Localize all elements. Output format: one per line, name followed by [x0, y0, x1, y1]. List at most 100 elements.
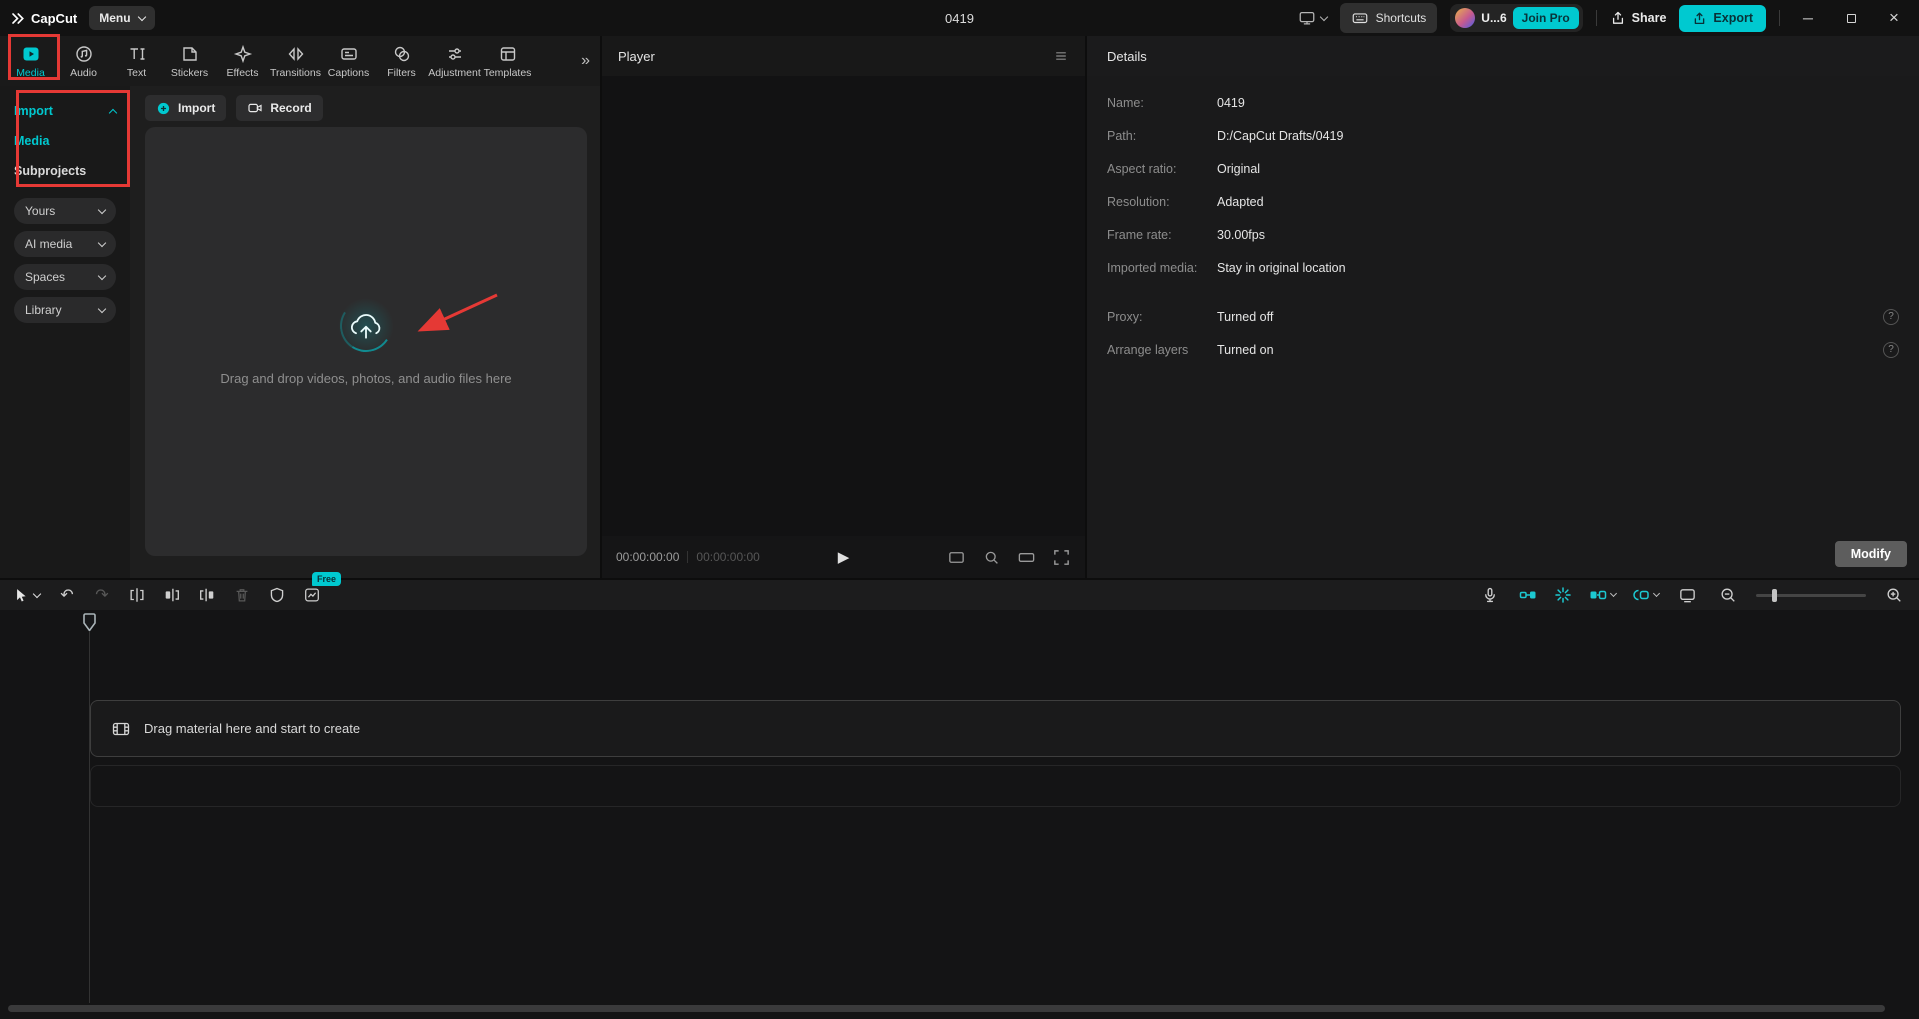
detail-value: 30.00fps: [1217, 227, 1265, 242]
detail-label: Imported media:: [1107, 260, 1198, 275]
capcut-window: CapCut Menu 0419 Shortcuts U...6 Join Pr…: [0, 0, 1919, 1019]
tab-label: Templates: [483, 66, 532, 79]
detail-value: Adapted: [1217, 194, 1264, 209]
modify-button[interactable]: Modify: [1834, 541, 1907, 567]
export-icon: [1692, 11, 1707, 26]
zoom-in-button[interactable]: [1881, 582, 1907, 608]
delete-left-button[interactable]: [159, 582, 185, 608]
sidebar-group-spaces[interactable]: Spaces: [14, 264, 116, 290]
play-button[interactable]: ▶: [838, 548, 850, 566]
cursor-icon: [12, 587, 29, 604]
smart-tools-button[interactable]: Free: [299, 572, 342, 608]
toolbar-right: [1477, 582, 1907, 608]
redo-button[interactable]: ↷: [89, 582, 115, 608]
tab-stickers[interactable]: Stickers: [163, 36, 216, 86]
divider: [1595, 10, 1597, 26]
chevron-down-icon: [1652, 589, 1661, 598]
tab-captions[interactable]: Captions: [322, 36, 375, 86]
preview-axis-button[interactable]: [1674, 582, 1700, 608]
tab-media[interactable]: Media: [4, 36, 57, 86]
media-tab-icon: [21, 44, 41, 64]
chevron-down-icon: [97, 271, 107, 280]
help-icon[interactable]: ?: [1883, 308, 1899, 325]
tab-adjustment[interactable]: Adjustment: [428, 36, 481, 86]
main-track-magnet-toggle[interactable]: [1518, 585, 1538, 605]
capcut-logo: CapCut: [10, 11, 77, 26]
sidebar-group-library[interactable]: Library: [14, 297, 116, 323]
maximize-icon: [1846, 13, 1856, 23]
track-mode-toggle[interactable]: [1631, 585, 1661, 605]
sidebar-item-subprojects[interactable]: Subprojects: [0, 156, 130, 186]
tab-effects[interactable]: Effects: [216, 36, 269, 86]
link-clips-toggle[interactable]: [1588, 585, 1618, 605]
tab-templates[interactable]: Templates: [481, 36, 534, 86]
more-tabs-button[interactable]: »: [581, 52, 590, 70]
record-button[interactable]: Record: [236, 95, 323, 121]
export-button[interactable]: Export: [1679, 4, 1766, 32]
minimize-button[interactable]: ─: [1793, 4, 1823, 32]
sidebar-item-label: Media: [14, 134, 50, 148]
help-icon[interactable]: ?: [1883, 341, 1899, 358]
share-button[interactable]: Share: [1610, 10, 1666, 26]
timecode-divider: [687, 551, 689, 563]
zoom-fit-icon[interactable]: [982, 548, 1001, 567]
user-avatar[interactable]: [1455, 8, 1476, 28]
auto-ripple-toggle[interactable]: [1553, 585, 1573, 605]
detail-value: D:/CapCut Drafts/0419: [1217, 128, 1344, 143]
canvas-icon[interactable]: [1017, 548, 1036, 567]
zoom-out-button[interactable]: [1715, 582, 1741, 608]
player-menu-icon[interactable]: [1053, 48, 1069, 64]
import-button[interactable]: Import: [145, 95, 227, 121]
split-button[interactable]: [124, 582, 150, 608]
details-row-frame-rate: Frame rate: 30.00fps: [1107, 218, 1899, 251]
app-name: CapCut: [31, 10, 78, 26]
voiceover-mic-button[interactable]: [1477, 582, 1503, 608]
sidebar-item-media[interactable]: Media: [0, 126, 130, 156]
tab-text[interactable]: Text: [110, 36, 163, 86]
transitions-tab-icon: [286, 44, 306, 64]
details-title: Details: [1107, 48, 1147, 64]
close-button[interactable]: ×: [1879, 4, 1909, 32]
select-tool-button[interactable]: [12, 587, 42, 604]
shortcuts-button[interactable]: Shortcuts: [1339, 3, 1438, 33]
chevron-down-icon: [32, 589, 42, 598]
media-dropzone[interactable]: Drag and drop videos, photos, and audio …: [145, 127, 587, 556]
sidebar-item-import[interactable]: Import: [0, 96, 130, 126]
join-pro-button[interactable]: Join Pro: [1512, 7, 1579, 29]
details-row-path: Path: D:/CapCut Drafts/0419: [1107, 119, 1899, 152]
sidebar-group-yours[interactable]: Yours: [14, 198, 116, 224]
mask-button[interactable]: [264, 582, 290, 608]
player-viewport: [602, 76, 1085, 536]
details-body: Name: 0419 Path: D:/CapCut Drafts/0419 A…: [1087, 76, 1919, 366]
main-track-dropzone[interactable]: Drag material here and start to create: [90, 700, 1901, 757]
details-panel: Details Name: 0419 Path: D:/CapCut Draft…: [1087, 36, 1919, 578]
menu-button[interactable]: Menu: [89, 6, 155, 30]
delete-right-button[interactable]: [194, 582, 220, 608]
playhead-marker[interactable]: [83, 613, 96, 632]
maximize-button[interactable]: [1836, 4, 1866, 32]
aspect-ratio-icon[interactable]: [947, 548, 966, 567]
details-row-name: Name: 0419: [1107, 86, 1899, 119]
fullscreen-icon[interactable]: [1052, 548, 1071, 567]
timeline-zoom-slider[interactable]: [1756, 588, 1866, 602]
timeline-scrollbar[interactable]: [8, 1005, 1885, 1012]
tab-filters[interactable]: Filters: [375, 36, 428, 86]
zoom-slider-handle[interactable]: [1772, 588, 1777, 602]
details-row-resolution: Resolution: Adapted: [1107, 185, 1899, 218]
tab-transitions[interactable]: Transitions: [269, 36, 322, 86]
templates-tab-icon: [498, 44, 518, 64]
display-mode-button[interactable]: [1298, 9, 1328, 27]
sidebar-group-ai-media[interactable]: AI media: [14, 231, 116, 257]
player-title: Player: [618, 48, 655, 64]
tab-audio[interactable]: Audio: [57, 36, 110, 86]
record-label: Record: [270, 101, 312, 115]
text-tab-icon: [127, 44, 147, 64]
undo-button[interactable]: ↶: [54, 582, 80, 608]
media-sidebar: Import Media Subprojects Yours AI media …: [0, 86, 130, 578]
delete-button[interactable]: [229, 582, 255, 608]
tab-label: Text: [126, 66, 147, 79]
titlebar-right: Shortcuts U...6 Join Pro Share Export ─ …: [1298, 3, 1909, 33]
export-label: Export: [1713, 11, 1753, 25]
timeline[interactable]: Drag material here and start to create: [0, 610, 1919, 1019]
tab-label: Stickers: [170, 66, 209, 79]
